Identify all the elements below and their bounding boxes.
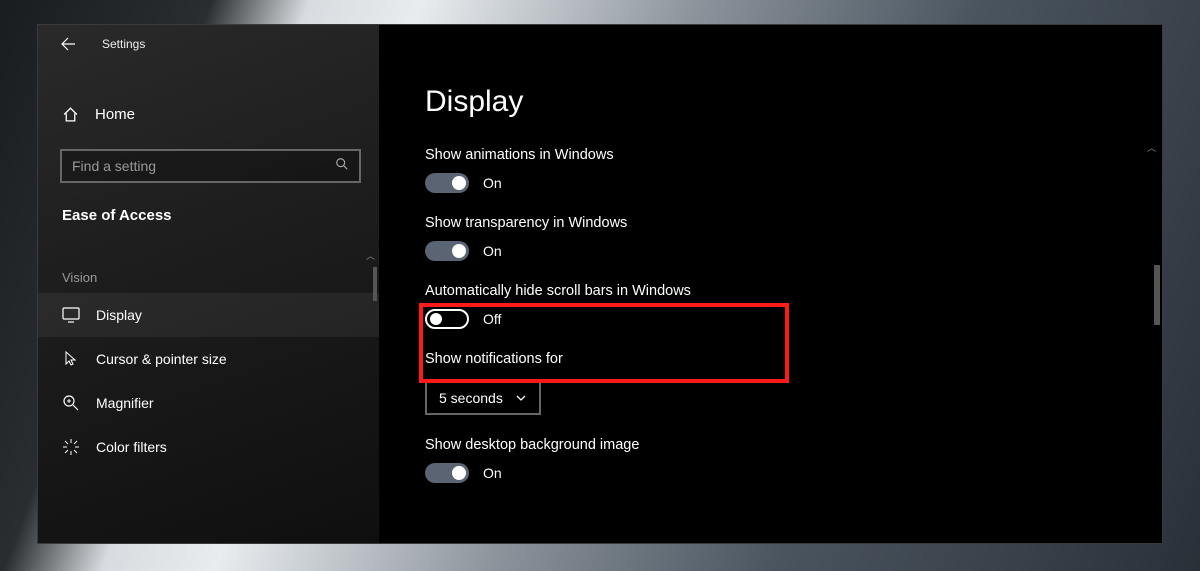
category-heading: Ease of Access — [62, 207, 379, 224]
magnifier-icon — [62, 394, 80, 412]
toggle-state: On — [483, 465, 502, 481]
setting-hide-scrollbars: Automatically hide scroll bars in Window… — [425, 283, 1162, 329]
sidebar-item-label: Display — [96, 307, 142, 323]
back-button[interactable] — [56, 32, 80, 56]
setting-desktop-bg: Show desktop background image On — [425, 437, 1162, 483]
toggle-state: On — [483, 175, 502, 191]
main-scroll-up-icon[interactable]: ︿ — [1147, 141, 1156, 154]
sidebar-item-magnifier[interactable]: Magnifier — [38, 381, 379, 425]
dropdown-value: 5 seconds — [439, 390, 503, 406]
color-filters-icon — [62, 438, 80, 456]
toggle-transparency[interactable] — [425, 241, 469, 261]
home-icon — [62, 106, 79, 123]
titlebar: Settings — [38, 25, 379, 63]
window-title: Settings — [102, 37, 145, 51]
main-scrollbar-thumb[interactable] — [1154, 265, 1160, 325]
setting-animations: Show animations in Windows On — [425, 147, 1162, 193]
sidebar-item-label: Magnifier — [96, 395, 154, 411]
toggle-desktop-bg[interactable] — [425, 463, 469, 483]
home-label: Home — [95, 106, 135, 123]
setting-notifications-for: Show notifications for 5 seconds — [425, 351, 1162, 415]
settings-window: Settings Home Ease of Access Vision Disp… — [37, 24, 1163, 544]
sidebar-scrollbar-thumb[interactable] — [373, 267, 377, 301]
home-nav[interactable]: Home — [38, 93, 379, 135]
toggle-animations[interactable] — [425, 173, 469, 193]
setting-label: Show animations in Windows — [425, 147, 1162, 163]
search-icon — [335, 157, 349, 176]
toggle-hide-scrollbars[interactable] — [425, 309, 469, 329]
toggle-state: Off — [483, 311, 501, 327]
sidebar-item-label: Color filters — [96, 439, 167, 455]
main-content: Display Show animations in Windows On Sh… — [379, 25, 1162, 543]
sidebar-item-cursor[interactable]: Cursor & pointer size — [38, 337, 379, 381]
sidebar: Settings Home Ease of Access Vision Disp… — [38, 25, 379, 543]
display-icon — [62, 306, 80, 324]
setting-label: Automatically hide scroll bars in Window… — [425, 283, 1162, 299]
setting-label: Show notifications for — [425, 351, 1162, 367]
cursor-icon — [62, 350, 80, 368]
search-box[interactable] — [60, 149, 361, 183]
sidebar-item-display[interactable]: Display — [38, 293, 379, 337]
setting-label: Show desktop background image — [425, 437, 1162, 453]
chevron-down-icon — [515, 392, 527, 404]
setting-transparency: Show transparency in Windows On — [425, 215, 1162, 261]
notifications-dropdown[interactable]: 5 seconds — [425, 381, 541, 415]
sidebar-scroll-up-icon[interactable]: ︿ — [366, 249, 375, 262]
search-input[interactable] — [72, 158, 335, 174]
group-label-vision: Vision — [62, 270, 379, 285]
back-arrow-icon — [60, 36, 76, 52]
setting-label: Show transparency in Windows — [425, 215, 1162, 231]
toggle-state: On — [483, 243, 502, 259]
page-title: Display — [425, 85, 1162, 119]
sidebar-item-label: Cursor & pointer size — [96, 351, 227, 367]
sidebar-item-color-filters[interactable]: Color filters — [38, 425, 379, 469]
